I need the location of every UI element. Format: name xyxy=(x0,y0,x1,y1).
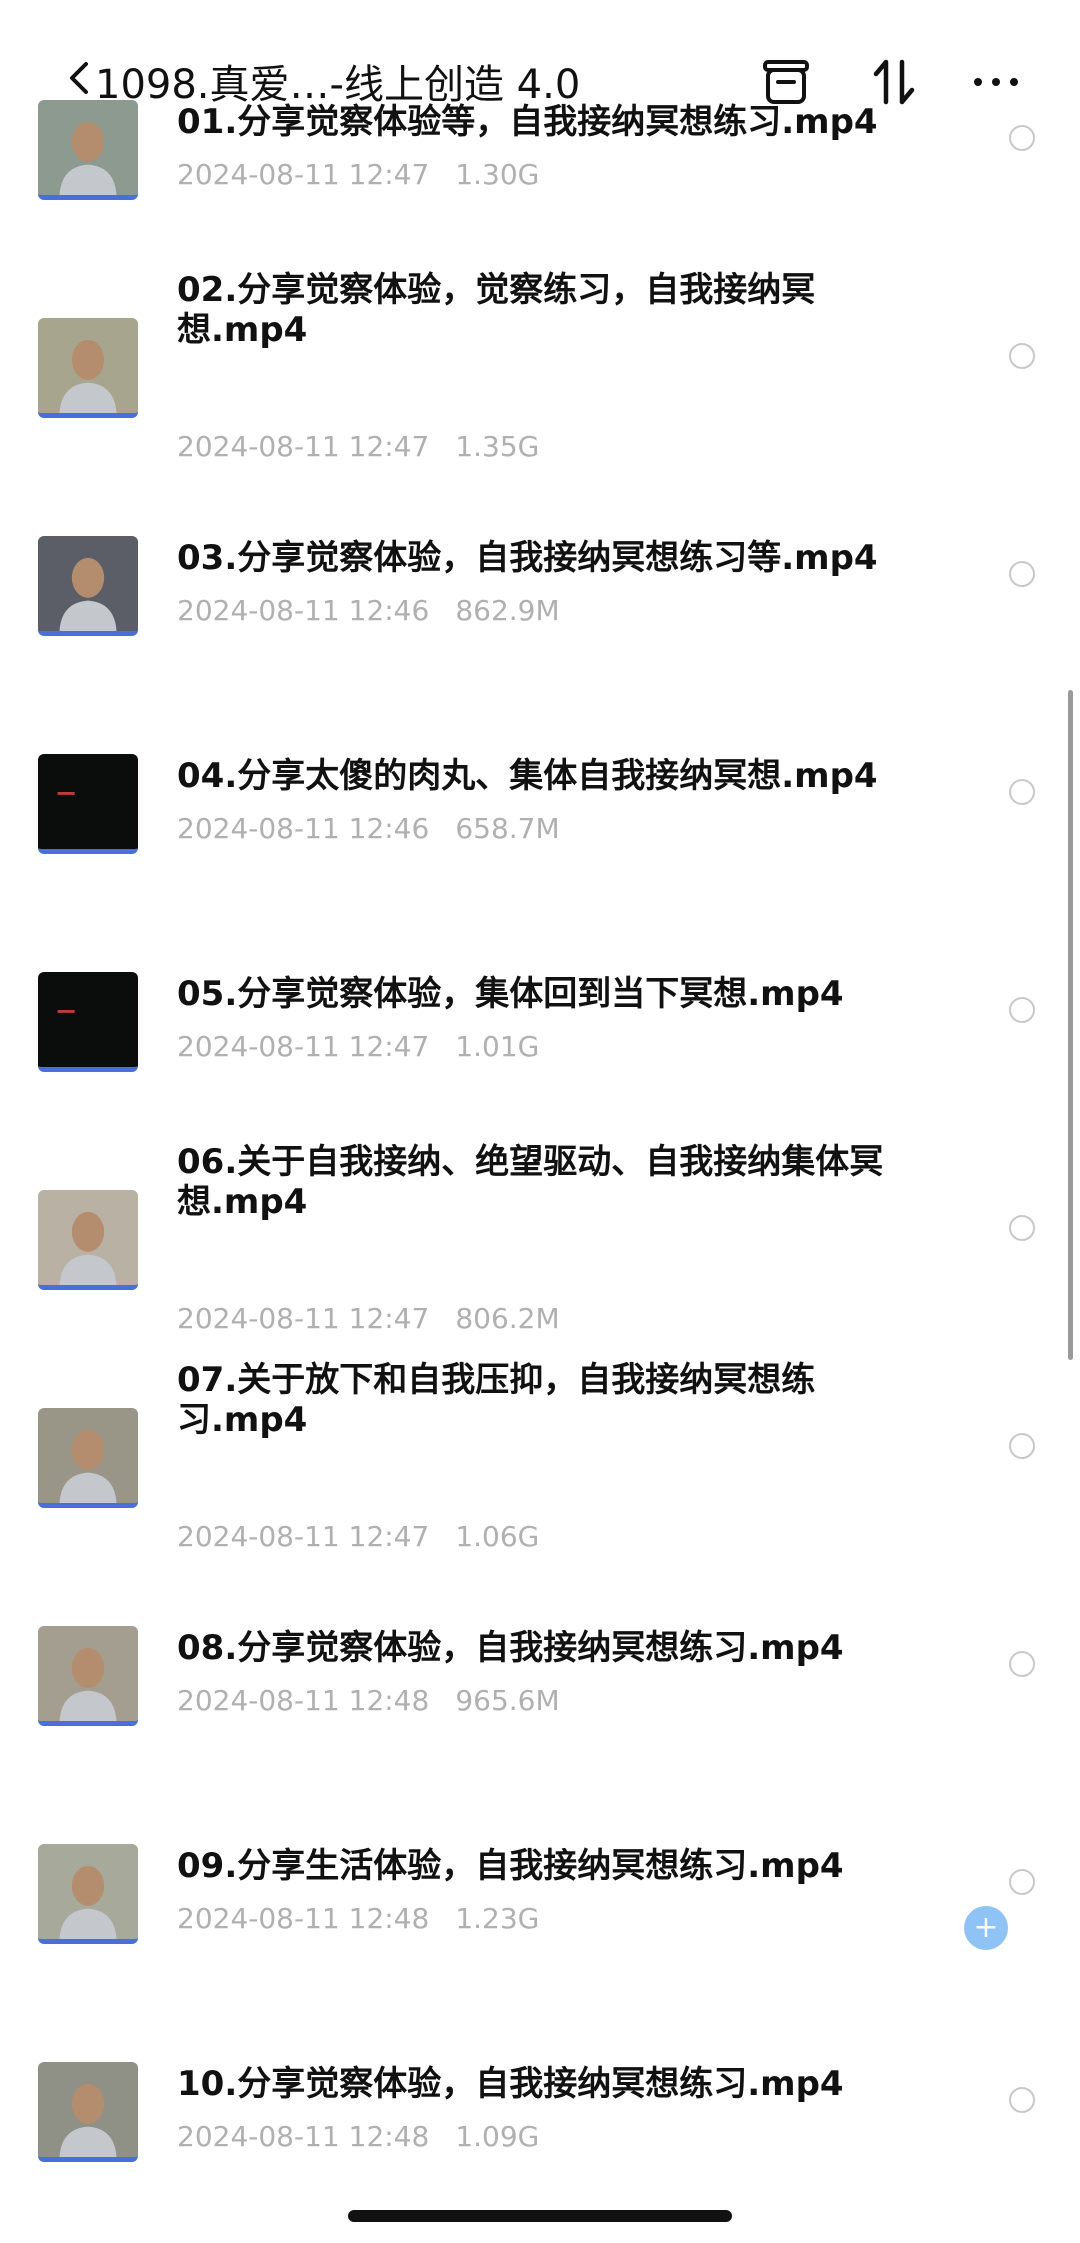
thumbnail-image xyxy=(57,792,75,795)
video-thumbnail xyxy=(38,536,138,636)
file-size: 965.6M xyxy=(455,1684,560,1717)
file-date: 2024-08-11 12:48 xyxy=(177,2120,430,2153)
file-date: 2024-08-11 12:47 xyxy=(177,1030,430,1063)
select-radio[interactable] xyxy=(1009,1651,1035,1677)
select-radio[interactable] xyxy=(1009,779,1035,805)
file-date: 2024-08-11 12:47 xyxy=(177,1302,430,1335)
file-meta: 2024-08-11 12:48 965.6M xyxy=(177,1684,560,1717)
file-name: 06.关于自我接纳、绝望驱动、自我接纳集体冥想.mp4 xyxy=(177,1142,884,1222)
file-meta: 2024-08-11 12:47 1.01G xyxy=(177,1030,539,1063)
video-thumbnail xyxy=(38,972,138,1072)
video-thumbnail xyxy=(38,2062,138,2162)
thumbnail-image xyxy=(59,1865,117,1939)
file-name: 09.分享生活体验，自我接纳冥想练习.mp4 xyxy=(177,1846,844,1886)
select-radio[interactable] xyxy=(1009,343,1035,369)
select-radio[interactable] xyxy=(1009,1869,1035,1895)
video-thumbnail xyxy=(38,1190,138,1290)
file-meta: 2024-08-11 12:48 1.09G xyxy=(177,2120,539,2153)
video-thumbnail xyxy=(38,1408,138,1508)
thumbnail-image xyxy=(59,2083,117,2157)
thumbnail-image xyxy=(59,557,117,631)
file-date: 2024-08-11 12:48 xyxy=(177,1902,430,1935)
file-name: 10.分享觉察体验，自我接纳冥想练习.mp4 xyxy=(177,2064,844,2104)
thumbnail-image xyxy=(57,1010,75,1013)
file-meta: 2024-08-11 12:47 806.2M xyxy=(177,1302,560,1335)
file-date: 2024-08-11 12:46 xyxy=(177,812,430,845)
file-date: 2024-08-11 12:47 xyxy=(177,430,430,463)
file-size: 1.06G xyxy=(455,1520,540,1553)
home-indicator xyxy=(348,2210,732,2222)
file-name: 03.分享觉察体验，自我接纳冥想练习等.mp4 xyxy=(177,538,878,578)
file-date: 2024-08-11 12:48 xyxy=(177,1684,430,1717)
thumbnail-image xyxy=(59,1647,117,1721)
select-radio[interactable] xyxy=(1009,561,1035,587)
video-thumbnail xyxy=(38,754,138,854)
video-thumbnail xyxy=(38,1844,138,1944)
select-radio[interactable] xyxy=(1009,2087,1035,2113)
file-meta: 2024-08-11 12:46 658.7M xyxy=(177,812,560,845)
file-date: 2024-08-11 12:47 xyxy=(177,1520,430,1553)
file-name: 04.分享太傻的肉丸、集体自我接纳冥想.mp4 xyxy=(177,756,878,796)
file-name: 08.分享觉察体验，自我接纳冥想练习.mp4 xyxy=(177,1628,844,1668)
file-row[interactable]: 10.分享觉察体验，自我接纳冥想练习.mp4 2024-08-11 12:48 1.… xyxy=(0,0,1080,2162)
select-radio[interactable] xyxy=(1009,1215,1035,1241)
file-meta: 2024-08-11 12:47 1.06G xyxy=(177,1520,539,1553)
add-button[interactable]: + xyxy=(964,1906,1008,1950)
file-size: 1.23G xyxy=(455,1902,540,1935)
file-size: 862.9M xyxy=(455,594,560,627)
file-meta: 2024-08-11 12:48 1.23G xyxy=(177,1902,539,1935)
scrollbar[interactable] xyxy=(1068,690,1073,1360)
select-radio[interactable] xyxy=(1009,1433,1035,1459)
file-name: 05.分享觉察体验，集体回到当下冥想.mp4 xyxy=(177,974,844,1014)
thumbnail-image xyxy=(59,339,117,413)
file-size: 658.7M xyxy=(455,812,560,845)
video-thumbnail xyxy=(38,318,138,418)
file-name: 02.分享觉察体验，觉察练习，自我接纳冥想.mp4 xyxy=(177,270,816,350)
file-size: 1.09G xyxy=(455,2120,540,2153)
file-size: 1.35G xyxy=(455,430,540,463)
video-thumbnail xyxy=(38,1626,138,1726)
file-list-screen: 1098.真爱…-线上创造 4.0 01.分享觉察体验等，自我接纳冥想练习.mp… xyxy=(0,0,1080,2243)
file-name: 07.关于放下和自我压抑，自我接纳冥想练习.mp4 xyxy=(177,1360,816,1440)
file-size: 806.2M xyxy=(455,1302,560,1335)
file-meta: 2024-08-11 12:46 862.9M xyxy=(177,594,560,627)
file-date: 2024-08-11 12:46 xyxy=(177,594,430,627)
file-meta: 2024-08-11 12:47 1.35G xyxy=(177,430,539,463)
thumbnail-image xyxy=(59,1211,117,1285)
thumbnail-image xyxy=(59,1429,117,1503)
file-size: 1.01G xyxy=(455,1030,540,1063)
select-radio[interactable] xyxy=(1009,997,1035,1023)
